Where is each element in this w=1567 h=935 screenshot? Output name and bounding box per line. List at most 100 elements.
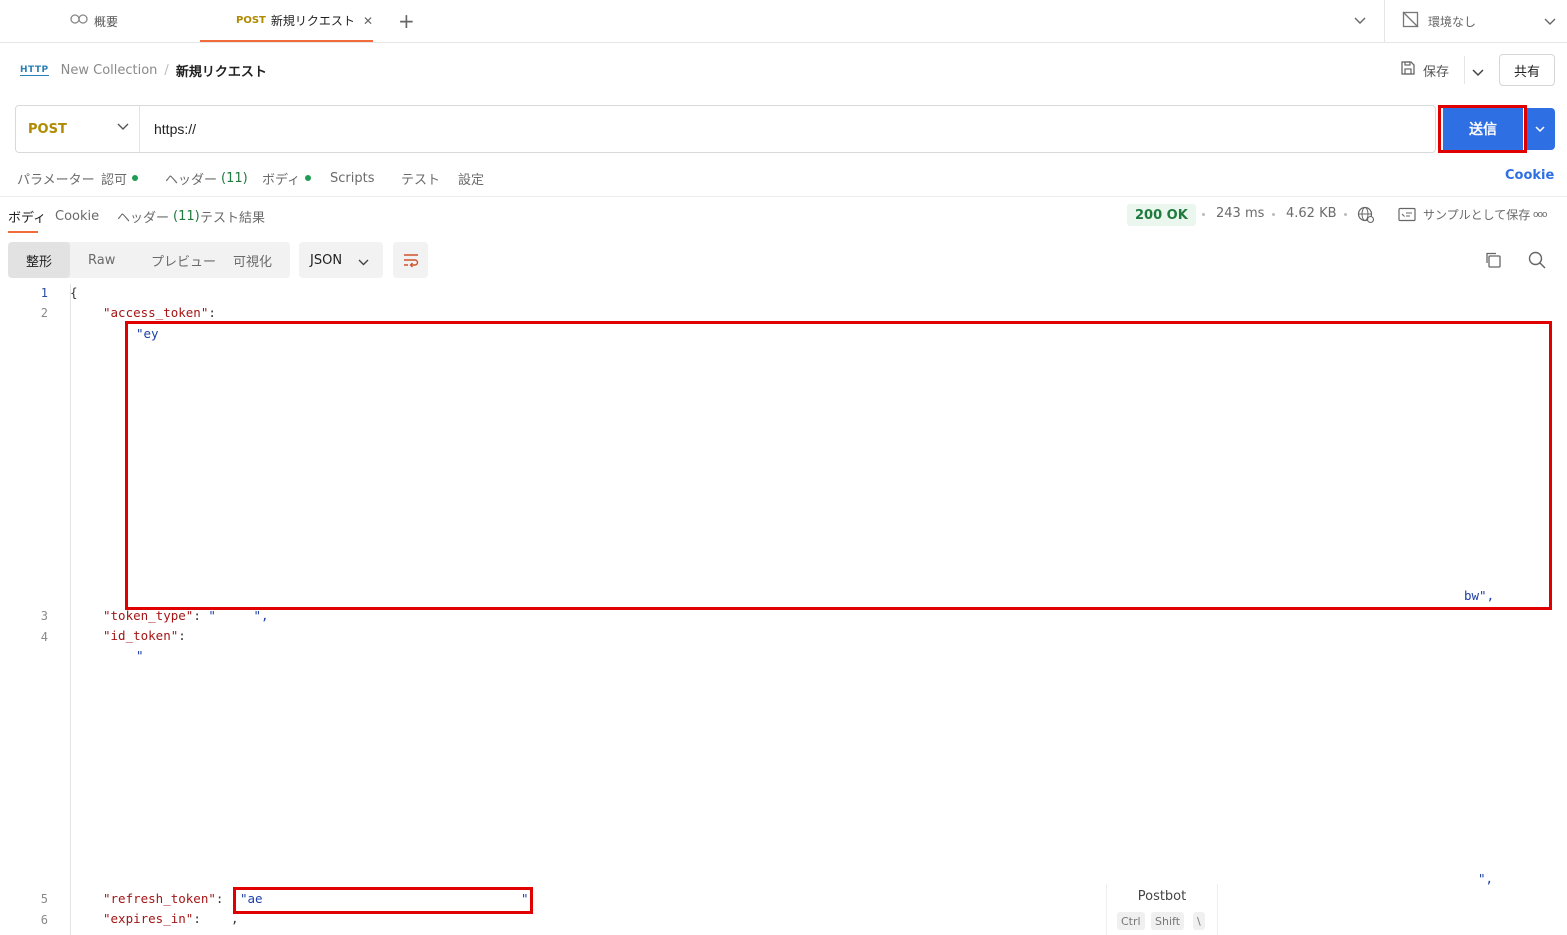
response-tab-test-results[interactable]: テスト結果 bbox=[200, 206, 265, 226]
line-number: 6 bbox=[40, 913, 48, 927]
json-line-refresh-token[interactable]: "refresh_token": bbox=[103, 891, 223, 906]
code-gutter-divider bbox=[70, 284, 71, 935]
access-token-highlight bbox=[125, 321, 1552, 610]
save-label: 保存 bbox=[1423, 64, 1450, 80]
line-number: 1 bbox=[40, 286, 48, 300]
breadcrumb-separator: / bbox=[164, 62, 169, 78]
format-language-label: JSON bbox=[310, 252, 343, 268]
save-button[interactable]: 保存 bbox=[1400, 56, 1449, 84]
response-tab-body[interactable]: ボディ bbox=[8, 206, 46, 226]
response-tab-underline bbox=[8, 231, 38, 233]
method-dropdown[interactable]: POST bbox=[16, 106, 140, 152]
more-options-icon[interactable]: ooo bbox=[1533, 210, 1547, 220]
json-line-id-token[interactable]: "id_token": bbox=[103, 628, 186, 643]
tab-auth[interactable]: 認可 bbox=[101, 168, 139, 188]
section-divider bbox=[0, 196, 1567, 197]
format-pretty[interactable]: 整形 bbox=[8, 242, 70, 278]
response-tab-headers[interactable]: ヘッダー (11) bbox=[117, 206, 200, 226]
save-as-sample-button[interactable]: サンプルとして保存 bbox=[1423, 206, 1530, 223]
add-tab-icon[interactable]: + bbox=[398, 0, 415, 42]
tab-scripts[interactable]: Scripts bbox=[330, 168, 374, 188]
json-key: "token_type" bbox=[103, 608, 194, 623]
status-badge[interactable]: 200 OK bbox=[1127, 204, 1196, 226]
line-number: 5 bbox=[40, 892, 48, 906]
tabs-overflow-chevron-icon[interactable] bbox=[1354, 0, 1366, 42]
shortcut-key-ctrl: Ctrl bbox=[1117, 912, 1145, 930]
line-number: 2 bbox=[40, 306, 48, 320]
save-icon bbox=[1400, 60, 1416, 80]
tab-settings[interactable]: 設定 bbox=[458, 168, 484, 188]
tab-params[interactable]: パラメーター bbox=[17, 168, 95, 188]
tab-tests[interactable]: テスト bbox=[401, 168, 440, 188]
tab-overview-label: 概要 bbox=[94, 14, 119, 29]
line-number: 4 bbox=[40, 630, 48, 644]
breadcrumb: HTTP New Collection / 新規リクエスト bbox=[20, 56, 267, 84]
json-value-token-type: " ", bbox=[208, 608, 269, 623]
json-value-expires-in: , bbox=[230, 911, 239, 926]
format-language-dropdown[interactable]: JSON bbox=[299, 242, 383, 278]
shortcut-key-backslash: \ bbox=[1193, 912, 1205, 930]
meta-separator bbox=[1344, 213, 1347, 216]
tab-method-badge: POST bbox=[236, 14, 266, 26]
environment-selector[interactable]: 環境なし bbox=[1384, 0, 1567, 42]
format-raw[interactable]: Raw bbox=[88, 242, 115, 278]
tab-bar: 概要 POST 新規リクエスト ✕ + 環境なし bbox=[0, 0, 1567, 43]
sample-icon bbox=[1398, 207, 1416, 226]
json-key: "access_token" bbox=[103, 305, 209, 320]
search-icon[interactable] bbox=[1528, 251, 1546, 273]
json-line-token-type[interactable]: "token_type": " ", bbox=[103, 608, 269, 623]
json-value-id-token-end[interactable]: ", bbox=[1478, 871, 1493, 886]
tab-headers-count: (11) bbox=[221, 170, 248, 186]
format-visualize[interactable]: 可視化 bbox=[233, 242, 272, 278]
tab-auth-label: 認可 bbox=[101, 172, 128, 188]
chevron-down-icon bbox=[117, 120, 129, 135]
environment-label: 環境なし bbox=[1428, 14, 1477, 29]
tab-close-icon[interactable]: ✕ bbox=[363, 0, 373, 42]
tab-headers-label: ヘッダー bbox=[165, 172, 218, 188]
http-icon: HTTP bbox=[20, 64, 49, 76]
chevron-down-icon bbox=[358, 256, 369, 271]
url-input[interactable] bbox=[154, 118, 1424, 140]
response-format-switcher: 整形 Raw プレビュー 可視化 bbox=[8, 242, 290, 278]
globe-icon[interactable] bbox=[1357, 206, 1375, 228]
line-number: 3 bbox=[40, 609, 48, 623]
tab-body[interactable]: ボディ bbox=[262, 168, 312, 188]
meta-separator bbox=[1202, 213, 1205, 216]
json-key: "refresh_token" bbox=[103, 891, 216, 906]
request-url-bar: POST bbox=[15, 105, 1436, 153]
breadcrumb-collection[interactable]: New Collection bbox=[61, 63, 158, 78]
breadcrumb-current[interactable]: 新規リクエスト bbox=[176, 61, 267, 80]
postbot-launcher[interactable]: Postbot Ctrl Shift \ bbox=[1106, 884, 1218, 935]
body-indicator-dot bbox=[305, 175, 312, 181]
response-size[interactable]: 4.62 KB bbox=[1286, 206, 1337, 221]
meta-separator bbox=[1272, 213, 1275, 216]
response-tab-headers-label: ヘッダー bbox=[117, 210, 170, 226]
tab-new-request[interactable]: POST 新規リクエスト bbox=[200, 0, 373, 42]
send-button-highlight bbox=[1438, 105, 1527, 153]
refresh-token-highlight bbox=[233, 887, 533, 914]
response-tab-cookie[interactable]: Cookie bbox=[55, 206, 99, 226]
send-options-chevron-icon[interactable] bbox=[1525, 108, 1555, 150]
response-time[interactable]: 243 ms bbox=[1216, 206, 1264, 221]
json-line-expires-in[interactable]: "expires_in": , bbox=[103, 911, 238, 926]
json-line-access-token[interactable]: "access_token": bbox=[103, 305, 216, 320]
auth-indicator-dot bbox=[132, 175, 139, 181]
copy-icon[interactable] bbox=[1484, 251, 1502, 273]
json-key: "id_token" bbox=[103, 628, 179, 643]
tab-headers[interactable]: ヘッダー (11) bbox=[165, 168, 248, 188]
postbot-title: Postbot bbox=[1137, 889, 1187, 904]
json-open-brace: { bbox=[70, 285, 78, 300]
tab-new-request-label: 新規リクエスト bbox=[270, 13, 355, 28]
method-label: POST bbox=[28, 121, 67, 137]
json-key: "expires_in" bbox=[103, 911, 194, 926]
json-value-id-token-start[interactable]: " bbox=[136, 648, 144, 663]
tab-overview[interactable]: 概要 bbox=[70, 0, 118, 42]
response-tab-headers-count: (11) bbox=[173, 208, 200, 224]
cookie-link[interactable]: Cookie bbox=[1505, 168, 1554, 183]
wrap-icon[interactable] bbox=[393, 242, 428, 278]
share-button[interactable]: 共有 bbox=[1499, 54, 1555, 86]
shortcut-key-shift: Shift bbox=[1151, 912, 1185, 930]
save-options-chevron-icon[interactable] bbox=[1472, 66, 1484, 81]
tab-body-label: ボディ bbox=[262, 172, 301, 188]
format-preview[interactable]: プレビュー bbox=[151, 242, 216, 278]
